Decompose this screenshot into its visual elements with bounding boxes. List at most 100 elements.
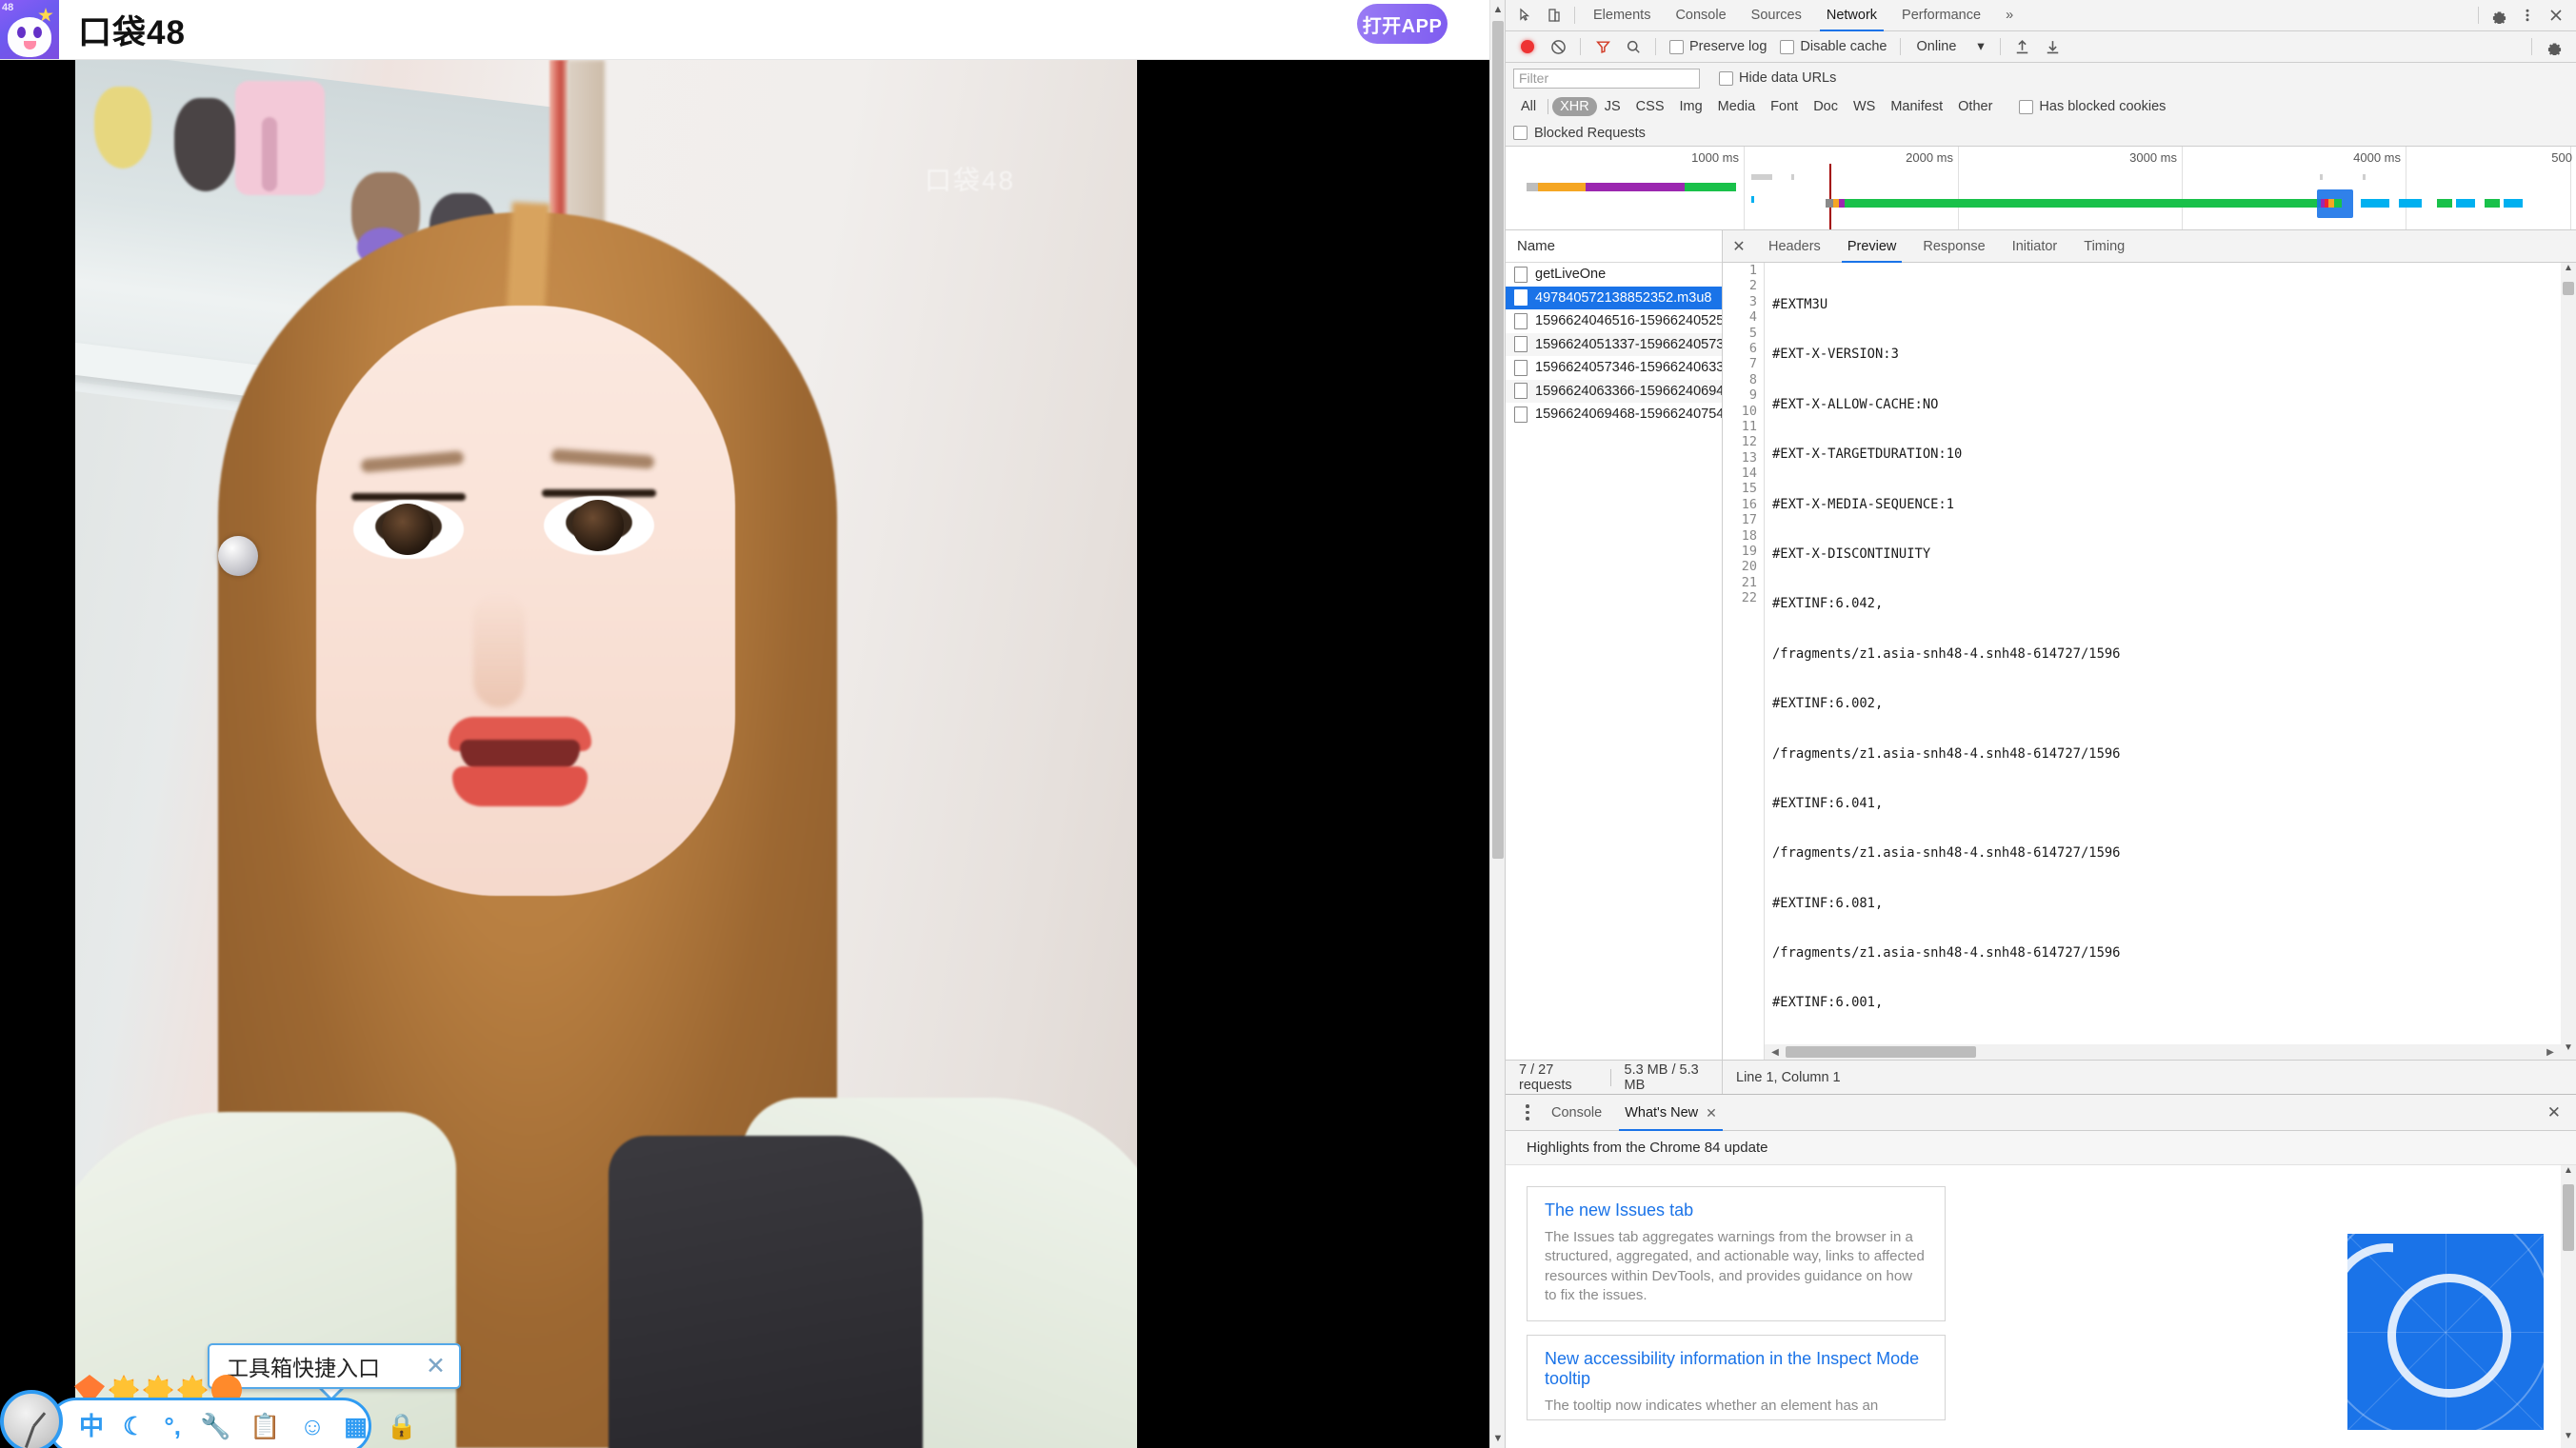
- table-row[interactable]: 497840572138852352.m3u8: [1506, 286, 1722, 309]
- throttling-select[interactable]: Online ▾: [1908, 39, 1991, 54]
- table-row[interactable]: 1596624063366-15966240694…: [1506, 379, 1722, 403]
- chevron-down-icon[interactable]: ▾: [1977, 39, 1984, 54]
- table-row[interactable]: 1596624069468-15966240754…: [1506, 403, 1722, 426]
- type-filter-doc[interactable]: Doc: [1806, 97, 1846, 116]
- import-har-icon[interactable]: [2008, 34, 2037, 59]
- tab-preview[interactable]: Preview: [1834, 230, 1910, 263]
- inspect-element-icon[interactable]: [1511, 3, 1540, 28]
- drawer-more-icon[interactable]: [1515, 1104, 1540, 1121]
- checkbox-box[interactable]: [1513, 126, 1528, 140]
- page-scroll-thumb[interactable]: [1492, 21, 1504, 859]
- list-item[interactable]: The new Issues tab The Issues tab aggreg…: [1527, 1186, 1946, 1321]
- whats-new-body[interactable]: The new Issues tab The Issues tab aggreg…: [1506, 1165, 2576, 1448]
- close-icon[interactable]: ✕: [426, 1354, 446, 1379]
- request-column-header-name[interactable]: Name: [1506, 230, 1722, 263]
- type-filter-manifest[interactable]: Manifest: [1883, 97, 1950, 116]
- close-icon[interactable]: ✕: [1723, 237, 1755, 256]
- open-app-button[interactable]: 打开APP: [1357, 4, 1448, 44]
- type-filter-media[interactable]: Media: [1710, 97, 1764, 116]
- filter-icon[interactable]: [1588, 34, 1617, 59]
- preview-code-viewer[interactable]: 1 2 3 4 5 6 7 8 9 10 11 12 13 14 15 16 1…: [1723, 263, 2576, 1060]
- emoji-icon[interactable]: ☺: [300, 1414, 326, 1438]
- tab-initiator[interactable]: Initiator: [1999, 230, 2071, 263]
- more-options-icon[interactable]: [2513, 3, 2542, 28]
- preserve-log-checkbox[interactable]: Preserve log: [1664, 39, 1772, 54]
- request-list[interactable]: getLiveOne 497840572138852352.m3u8 15966…: [1506, 263, 1722, 1060]
- device-toolbar-icon[interactable]: [1540, 3, 1568, 28]
- punctuation-icon[interactable]: °,: [164, 1414, 181, 1438]
- close-drawer-icon[interactable]: ✕: [2547, 1103, 2566, 1122]
- table-row[interactable]: getLiveOne: [1506, 263, 1722, 287]
- tab-timing[interactable]: Timing: [2070, 230, 2138, 263]
- checkbox-box[interactable]: [1719, 70, 1733, 86]
- scroll-left-icon[interactable]: ◀: [1765, 1047, 1786, 1058]
- search-icon[interactable]: [1619, 34, 1647, 59]
- video-player[interactable]: 口袋48: [0, 60, 1489, 1448]
- table-row[interactable]: 1596624057346-15966240633…: [1506, 356, 1722, 380]
- tab-console[interactable]: Console: [1663, 0, 1738, 31]
- preview-horizontal-scrollbar[interactable]: ◀ ▶: [1765, 1044, 2561, 1060]
- tab-headers[interactable]: Headers: [1755, 230, 1834, 263]
- scroll-up-icon[interactable]: ▲: [1490, 0, 1505, 19]
- tab-network[interactable]: Network: [1814, 0, 1889, 31]
- whats-new-card-title[interactable]: The new Issues tab: [1545, 1200, 1927, 1220]
- table-row[interactable]: 1596624046516-15966240525…: [1506, 309, 1722, 333]
- scroll-down-icon[interactable]: ▼: [2561, 1042, 2576, 1060]
- scroll-up-icon[interactable]: ▲: [2561, 1165, 2576, 1182]
- keyboard-layout-icon[interactable]: ▦: [344, 1414, 368, 1438]
- scroll-down-icon[interactable]: ▼: [1490, 1429, 1505, 1448]
- hide-data-urls-checkbox[interactable]: Hide data URLs: [1713, 70, 1842, 86]
- type-filter-all[interactable]: All: [1513, 97, 1544, 116]
- checkbox-box[interactable]: [1669, 39, 1684, 54]
- gear-icon[interactable]: [2485, 3, 2513, 28]
- type-filter-xhr[interactable]: XHR: [1552, 97, 1597, 116]
- ime-toolbar[interactable]: 中 ☾ °, 🔧 📋 ☺ ▦ 🔒: [48, 1398, 417, 1448]
- disable-cache-checkbox[interactable]: Disable cache: [1774, 39, 1892, 54]
- type-filter-css[interactable]: CSS: [1628, 97, 1672, 116]
- whats-new-scroll-thumb[interactable]: [2563, 1184, 2574, 1251]
- tab-elements[interactable]: Elements: [1581, 0, 1663, 31]
- preview-scroll-thumb[interactable]: [2563, 282, 2574, 295]
- clock-icon[interactable]: [0, 1390, 63, 1448]
- type-filter-img[interactable]: Img: [1672, 97, 1710, 116]
- clear-button[interactable]: [1544, 34, 1572, 59]
- scroll-right-icon[interactable]: ▶: [2540, 1047, 2561, 1058]
- more-tabs-icon[interactable]: »: [1993, 0, 2026, 31]
- type-filter-js[interactable]: JS: [1597, 97, 1628, 116]
- moon-icon[interactable]: ☾: [123, 1414, 145, 1438]
- toolbox-tooltip[interactable]: 工具箱快捷入口 ✕: [208, 1343, 461, 1389]
- video-frame[interactable]: 口袋48: [75, 60, 1137, 1448]
- list-item[interactable]: New accessibility information in the Ins…: [1527, 1335, 1946, 1421]
- drawer-tab-whats-new[interactable]: What's New ✕: [1613, 1095, 1728, 1131]
- network-settings-icon[interactable]: [2540, 34, 2568, 59]
- clipboard-icon[interactable]: 📋: [250, 1414, 280, 1438]
- scroll-up-icon[interactable]: ▲: [2561, 263, 2576, 280]
- tab-performance[interactable]: Performance: [1889, 0, 1993, 31]
- close-icon[interactable]: ✕: [1706, 1095, 1717, 1131]
- checkbox-box[interactable]: [1780, 39, 1795, 54]
- ime-mode-button[interactable]: 中: [79, 1414, 104, 1438]
- tab-response[interactable]: Response: [1909, 230, 1998, 263]
- lock-icon[interactable]: 🔒: [387, 1414, 417, 1438]
- has-blocked-cookies-checkbox[interactable]: Has blocked cookies: [2013, 99, 2171, 114]
- whats-new-card-title[interactable]: New accessibility information in the Ins…: [1545, 1349, 1927, 1389]
- filter-input[interactable]: [1513, 68, 1700, 89]
- network-overview-timeline[interactable]: 1000 ms 2000 ms 3000 ms 4000 ms 500: [1506, 147, 2576, 230]
- type-filter-ws[interactable]: WS: [1846, 97, 1883, 116]
- page-scrollbar[interactable]: ▲ ▼: [1489, 0, 1505, 1448]
- tab-sources[interactable]: Sources: [1739, 0, 1814, 31]
- scroll-down-icon[interactable]: ▼: [2561, 1431, 2576, 1448]
- preview-vertical-scrollbar[interactable]: ▲ ▼: [2561, 263, 2576, 1060]
- export-har-icon[interactable]: [2039, 34, 2067, 59]
- type-filter-font[interactable]: Font: [1763, 97, 1806, 116]
- type-filter-other[interactable]: Other: [1950, 97, 2000, 116]
- code-content[interactable]: #EXTM3U #EXT-X-VERSION:3 #EXT-X-ALLOW-CA…: [1765, 263, 2576, 1060]
- wrench-icon[interactable]: 🔧: [200, 1414, 230, 1438]
- checkbox-box[interactable]: [2019, 99, 2034, 114]
- table-row[interactable]: 1596624051337-15966240573…: [1506, 332, 1722, 356]
- preview-hscroll-thumb[interactable]: [1786, 1046, 1976, 1058]
- whats-new-scrollbar[interactable]: ▲ ▼: [2561, 1165, 2576, 1448]
- close-devtools-icon[interactable]: [2542, 3, 2570, 28]
- drawer-tab-console[interactable]: Console: [1540, 1095, 1613, 1131]
- record-button[interactable]: [1513, 34, 1542, 59]
